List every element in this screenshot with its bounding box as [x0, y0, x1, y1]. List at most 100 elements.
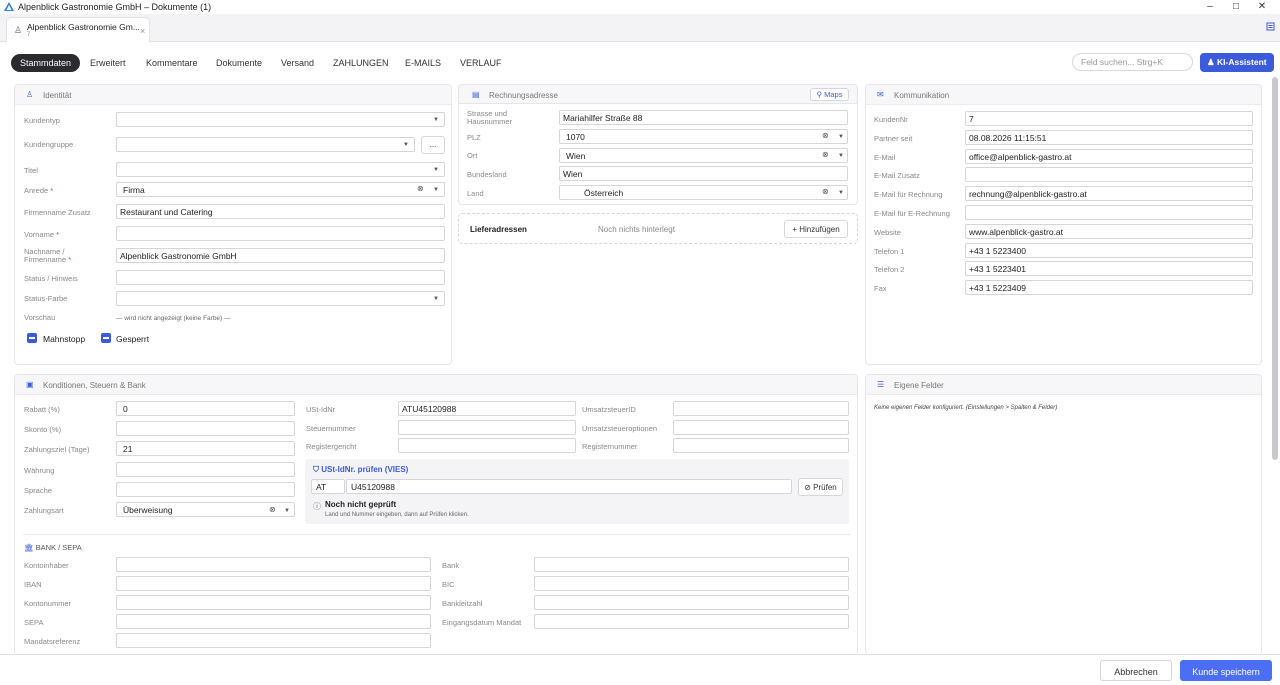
check-circle-icon: ⊘ [804, 483, 811, 492]
conditions-input[interactable]: 0 [116, 401, 295, 416]
bank-label: Mandatsreferenz [24, 637, 81, 646]
communication-input[interactable]: +43 1 5223401 [965, 261, 1253, 277]
tax-input[interactable]: ATU45120988 [398, 401, 576, 416]
titel-select[interactable] [116, 162, 445, 177]
vorname-input[interactable] [116, 226, 445, 241]
communication-input[interactable] [965, 167, 1253, 183]
maximize-button[interactable]: □ [1224, 0, 1248, 14]
communication-input[interactable]: rechnung@alpenblick-gastro.at [965, 186, 1253, 202]
nachname-input[interactable]: Alpenblick Gastronomie GmbH [116, 248, 445, 263]
tab-dokumente[interactable]: Dokumente [216, 54, 262, 72]
vertical-scrollbar[interactable] [1272, 77, 1278, 460]
tab-versand[interactable]: Versand [281, 54, 314, 72]
bank-input[interactable] [116, 614, 431, 629]
clear-icon[interactable]: ⊗ [822, 131, 829, 140]
communication-label: Website [874, 227, 901, 237]
close-tab-icon[interactable]: × [140, 26, 145, 36]
label-nachname: Nachname / Firmenname * [24, 247, 72, 264]
kundengruppe-select[interactable] [116, 137, 415, 152]
communication-label: KundenNr [874, 115, 908, 124]
communication-input[interactable]: +43 1 5223400 [965, 242, 1253, 258]
bank-input[interactable] [116, 576, 431, 591]
gesperrt-checkbox[interactable] [101, 333, 111, 343]
kundentyp-select[interactable] [116, 112, 445, 127]
document-list-icon[interactable] [1266, 22, 1275, 31]
tab-emails[interactable]: E-MAILS [405, 54, 441, 72]
tax-input[interactable] [398, 438, 576, 453]
robot-icon: ♟ [1207, 57, 1215, 67]
chevron-down-icon: ▼ [284, 508, 290, 514]
vies-status: Noch nicht geprüft [325, 500, 397, 509]
tax-extra-input[interactable] [673, 419, 849, 435]
label-plz: PLZ [467, 133, 481, 142]
bundesland-input[interactable]: Wien [559, 166, 848, 181]
communication-input[interactable] [965, 205, 1253, 220]
bank-extra-input[interactable] [534, 595, 849, 610]
strasse-input[interactable]: Mariahilfer Straße 88 [559, 110, 848, 125]
tax-extra-input[interactable] [673, 438, 849, 453]
bank-input[interactable] [116, 595, 431, 610]
communication-input[interactable]: www.alpenblick-gastro.at [965, 223, 1253, 239]
maps-button[interactable]: ⚲ Maps [810, 88, 849, 101]
firmenzusatz-input[interactable]: Restaurant und Catering [116, 204, 445, 219]
clear-icon[interactable]: ⊗ [269, 505, 276, 514]
billing-card-header: ▤ Rechnungsadresse ⚲ Maps [458, 84, 858, 104]
clear-icon[interactable]: ⊗ [822, 187, 829, 196]
chevron-down-icon: ▼ [838, 134, 844, 140]
conditions-input[interactable] [116, 421, 295, 437]
plz-select[interactable]: 1070 [559, 129, 848, 144]
user-icon: ♙ [14, 25, 23, 35]
ort-select[interactable]: Wien [559, 148, 848, 163]
tab-erweitert[interactable]: Erweitert [90, 54, 126, 72]
document-icon: ▤ [472, 90, 480, 99]
communication-input[interactable]: 08.08.2026 11:15:51 [965, 129, 1253, 145]
conditions-label: Rabatt (%) [24, 405, 60, 414]
document-tab[interactable]: ♙ Alpenblick Gastronomie Gm... 7 × [6, 17, 150, 42]
communication-input[interactable]: 7 [965, 111, 1253, 126]
save-customer-button[interactable]: Kunde speichern [1180, 660, 1272, 681]
vies-check-button[interactable]: ⊘ Prüfen [798, 478, 843, 496]
clear-icon[interactable]: ⊗ [417, 184, 424, 193]
vies-number-input[interactable]: U45120988 [346, 479, 792, 494]
add-delivery-button[interactable]: + Hinzufügen [784, 220, 848, 238]
tab-verlauf[interactable]: VERLAUF [460, 54, 502, 72]
field-search-input[interactable]: Feld suchen... Strg+K [1072, 53, 1193, 71]
bank-extra-input[interactable] [534, 614, 849, 629]
footer-bar: Abbrechen Kunde speichern [0, 654, 1280, 685]
communication-label: Fax [874, 284, 887, 294]
conditions-input[interactable] [116, 481, 295, 497]
tab-zahlungen[interactable]: ZAHLUNGEN [333, 54, 389, 72]
tab-kommentare[interactable]: Kommentare [146, 54, 198, 72]
bank-input[interactable] [116, 633, 431, 648]
cancel-button[interactable]: Abbrechen [1100, 660, 1172, 681]
person-icon: ♙ [26, 90, 34, 99]
mahnstopp-checkbox[interactable] [27, 333, 37, 343]
vies-title: ⛉ USt-IdNr. prüfen (VIES) [313, 465, 409, 474]
bank-extra-input[interactable] [534, 576, 849, 591]
communication-input[interactable]: office@alpenblick-gastro.at [965, 148, 1253, 164]
anrede-select[interactable]: Firma [116, 182, 445, 197]
kundengruppe-more-button[interactable]: ... [421, 136, 445, 154]
label-titel: Titel [24, 166, 38, 175]
info-icon: ⓘ [313, 502, 321, 511]
bank-extra-input[interactable] [534, 557, 849, 572]
delivery-title: Lieferadressen [470, 225, 527, 234]
conditions-input[interactable]: 21 [116, 441, 295, 457]
status-input[interactable] [116, 270, 445, 285]
vies-country-input[interactable]: AT [311, 479, 345, 494]
clear-icon[interactable]: ⊗ [822, 150, 829, 159]
bank-input[interactable] [116, 557, 431, 572]
statusfarbe-select[interactable] [116, 291, 445, 306]
communication-input[interactable]: +43 1 5223409 [965, 280, 1253, 296]
chevron-down-icon: ▼ [838, 190, 844, 196]
conditions-label: Währung [24, 465, 55, 475]
land-select[interactable]: Österreich [559, 185, 848, 200]
conditions-input[interactable] [116, 461, 295, 477]
tax-extra-input[interactable] [673, 401, 849, 416]
close-window-button[interactable]: ✕ [1250, 0, 1274, 14]
ki-assistant-button[interactable]: ♟ KI-Assistent [1200, 53, 1274, 72]
communication-card-header: ✉ Kommunikation [866, 85, 1261, 105]
tax-input[interactable] [398, 419, 576, 435]
minimize-button[interactable]: – [1198, 0, 1222, 14]
tab-stammdaten[interactable]: Stammdaten [11, 54, 81, 72]
